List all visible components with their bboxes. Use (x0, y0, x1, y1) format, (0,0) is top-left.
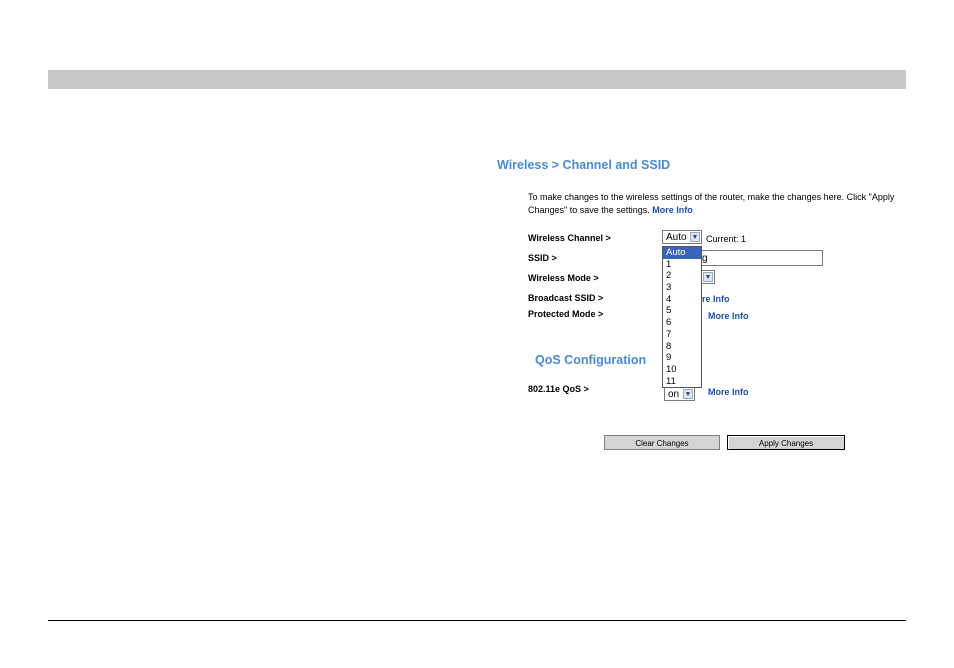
channel-option[interactable]: 4 (663, 294, 701, 306)
channel-option[interactable]: 1 (663, 259, 701, 271)
channel-option[interactable]: 11 (663, 376, 701, 388)
ssid-label: SSID > (528, 253, 557, 263)
protected-mode-label: Protected Mode > (528, 309, 604, 319)
channel-option[interactable]: 9 (663, 352, 701, 364)
broadcast-ssid-label: Broadcast SSID > (528, 293, 604, 303)
channel-option[interactable]: 6 (663, 317, 701, 329)
page-title: Wireless > Channel and SSID (497, 158, 671, 172)
wireless-channel-value: Auto (666, 232, 687, 243)
channel-option[interactable]: 5 (663, 305, 701, 317)
wireless-channel-select[interactable]: Auto ▼ (662, 230, 702, 244)
qos-more-info-link[interactable]: More Info (708, 387, 749, 397)
wireless-channel-dropdown-list[interactable]: Auto 1 2 3 4 5 6 7 8 9 10 11 (662, 246, 702, 388)
protected-mode-more-info-link[interactable]: More Info (708, 311, 749, 321)
apply-changes-button[interactable]: Apply Changes (727, 435, 845, 450)
page-description: To make changes to the wireless settings… (528, 191, 908, 217)
broadcast-ssid-more-info-link[interactable]: re Info (702, 294, 730, 304)
qos-section-title: QoS Configuration (535, 353, 647, 367)
wireless-channel-label: Wireless Channel > (528, 233, 611, 243)
channel-option[interactable]: Auto (663, 247, 701, 259)
chevron-down-icon[interactable]: ▼ (703, 272, 713, 282)
chevron-down-icon[interactable]: ▼ (683, 389, 693, 399)
channel-option[interactable]: 10 (663, 364, 701, 376)
bottom-divider (48, 620, 906, 621)
wireless-mode-label: Wireless Mode > (528, 273, 599, 283)
chevron-down-icon[interactable]: ▼ (690, 232, 700, 242)
clear-changes-button[interactable]: Clear Changes (604, 435, 720, 450)
description-text: To make changes to the wireless settings… (528, 192, 895, 215)
channel-option[interactable]: 3 (663, 282, 701, 294)
qos-label: 802.11e QoS > (528, 384, 589, 394)
top-header-bar (48, 70, 906, 89)
channel-option[interactable]: 8 (663, 341, 701, 353)
qos-select[interactable]: on ▼ (664, 387, 695, 401)
current-channel-text: Current: 1 (706, 234, 747, 244)
channel-option[interactable]: 7 (663, 329, 701, 341)
qos-value: on (668, 389, 680, 400)
description-more-info-link[interactable]: More Info (652, 205, 693, 215)
channel-option[interactable]: 2 (663, 270, 701, 282)
ssid-input[interactable] (699, 250, 823, 266)
